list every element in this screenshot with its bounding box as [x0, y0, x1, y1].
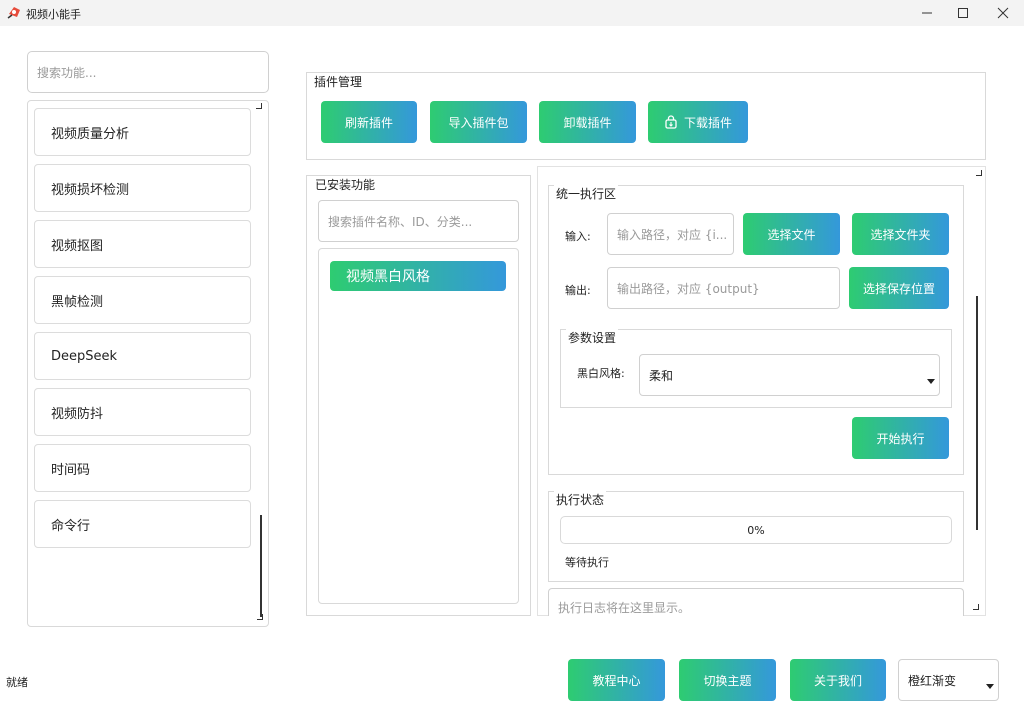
sidebar-item-damage[interactable]: 视频损坏检测 — [34, 164, 251, 212]
input-path-placeholder: 输入路径，对应 {i... — [617, 227, 728, 242]
scroll-corner-bottom — [257, 614, 263, 620]
progress-bar: 0% — [560, 516, 952, 544]
exec-scroll-corner-top — [976, 170, 982, 176]
scroll-corner-top — [256, 103, 262, 109]
output-label: 输出: — [565, 284, 591, 297]
progress-text: 0% — [747, 524, 765, 537]
sidebar-item-label: 时间码 — [51, 462, 91, 478]
choose-folder-button[interactable]: 选择文件夹 — [852, 213, 949, 255]
choose-save-location-button[interactable]: 选择保存位置 — [849, 267, 949, 309]
uninstall-plugin-label: 卸载插件 — [563, 115, 612, 130]
sidebar-item-stabilize[interactable]: 视频防抖 — [34, 388, 251, 436]
exec-area-title: 统一执行区 — [554, 185, 619, 202]
exec-scroll-corner-bottom — [973, 604, 979, 610]
installed-title: 已安装功能 — [313, 176, 378, 193]
sidebar-item-matting[interactable]: 视频抠图 — [34, 220, 251, 268]
sidebar-item-label: DeepSeek — [51, 348, 118, 364]
installed-item-bw-style[interactable]: 视频黑白风格 — [330, 261, 506, 291]
sidebar-item-label: 命令行 — [51, 518, 91, 534]
status-title: 执行状态 — [554, 491, 607, 508]
window-title: 视频小能手 — [26, 8, 81, 21]
installed-item-label: 视频黑白风格 — [346, 269, 430, 285]
input-label: 输入: — [565, 230, 591, 243]
sidebar-item-market[interactable]: 自定义功能市场 — [34, 556, 251, 605]
import-plugin-label: 导入插件包 — [448, 115, 509, 130]
sidebar-item-timecode[interactable]: 时间码 — [34, 444, 251, 492]
sidebar-item-blackframe[interactable]: 黑帧检测 — [34, 276, 251, 324]
chevron-down-icon — [927, 373, 935, 387]
bw-style-select[interactable]: 柔和 — [639, 354, 940, 396]
status-state-text: 等待执行 — [565, 556, 609, 569]
plugin-search-input[interactable]: 搜索插件名称、ID、分类... — [318, 200, 519, 242]
sidebar-item-label: 视频质量分析 — [51, 126, 130, 142]
tutorial-center-label: 教程中心 — [592, 673, 641, 688]
log-area[interactable]: 执行日志将在这里显示。 — [548, 588, 964, 616]
plugin-search-placeholder: 搜索插件名称、ID、分类... — [328, 214, 473, 229]
download-plugin-label: 下载插件 — [683, 115, 732, 130]
plugin-manager-title: 插件管理 — [312, 73, 365, 90]
refresh-plugins-button[interactable]: 刷新插件 — [321, 101, 417, 143]
exec-scrollbar[interactable] — [976, 296, 978, 530]
choose-file-label: 选择文件 — [767, 227, 816, 242]
theme-select-value: 橙红渐变 — [908, 673, 957, 688]
sidebar-item-quality[interactable]: 视频质量分析 — [34, 108, 251, 156]
start-execution-button[interactable]: 开始执行 — [852, 417, 949, 459]
uninstall-plugin-button[interactable]: 卸载插件 — [539, 101, 636, 143]
sidebar-item-deepseek[interactable]: DeepSeek — [34, 332, 251, 380]
refresh-plugins-label: 刷新插件 — [344, 115, 393, 130]
title-bar: 视频小能手 — [0, 0, 1024, 26]
sidebar-item-cli[interactable]: 命令行 — [34, 500, 251, 548]
choose-file-button[interactable]: 选择文件 — [743, 213, 840, 255]
sidebar-item-label: 视频防抖 — [51, 406, 104, 422]
choose-save-location-label: 选择保存位置 — [862, 281, 935, 296]
sidebar-item-label: 视频抠图 — [51, 238, 104, 254]
installed-list — [318, 248, 519, 604]
download-plugin-button[interactable]: 下载插件 — [648, 101, 748, 143]
sidebar-search-placeholder: 搜索功能... — [37, 65, 97, 80]
params-title: 参数设置 — [566, 329, 619, 346]
switch-theme-label: 切换主题 — [703, 673, 752, 688]
status-bar-text: 就绪 — [6, 676, 28, 689]
import-plugin-button[interactable]: 导入插件包 — [430, 101, 527, 143]
sidebar-item-label: 黑帧检测 — [51, 294, 104, 310]
minimize-icon[interactable] — [912, 6, 942, 20]
sidebar-search-input[interactable]: 搜索功能... — [27, 51, 269, 93]
choose-folder-label: 选择文件夹 — [870, 227, 931, 242]
theme-select[interactable]: 橙红渐变 — [898, 659, 999, 701]
sidebar-item-label: 视频损坏检测 — [51, 182, 130, 198]
start-execution-label: 开始执行 — [876, 431, 925, 446]
output-path-field[interactable]: 输出路径，对应 {output} — [607, 267, 840, 309]
switch-theme-button[interactable]: 切换主题 — [679, 659, 776, 701]
log-placeholder: 执行日志将在这里显示。 — [558, 601, 691, 615]
maximize-icon[interactable] — [948, 6, 978, 20]
bw-style-value: 柔和 — [649, 368, 674, 383]
sidebar-item-label: 自定义功能市场 — [50, 575, 142, 590]
download-lock-icon — [664, 115, 678, 129]
output-path-placeholder: 输出路径，对应 {output} — [617, 281, 760, 296]
about-us-label: 关于我们 — [813, 673, 862, 688]
app-logo-icon — [7, 5, 22, 20]
tutorial-center-button[interactable]: 教程中心 — [568, 659, 665, 701]
input-path-field[interactable]: 输入路径，对应 {i... — [607, 213, 734, 255]
sidebar-scrollbar[interactable] — [260, 515, 262, 617]
close-icon[interactable] — [988, 6, 1018, 20]
theme-chevron-down-icon — [986, 678, 994, 692]
bw-style-label: 黑白风格: — [577, 367, 625, 380]
about-us-button[interactable]: 关于我们 — [790, 659, 886, 701]
